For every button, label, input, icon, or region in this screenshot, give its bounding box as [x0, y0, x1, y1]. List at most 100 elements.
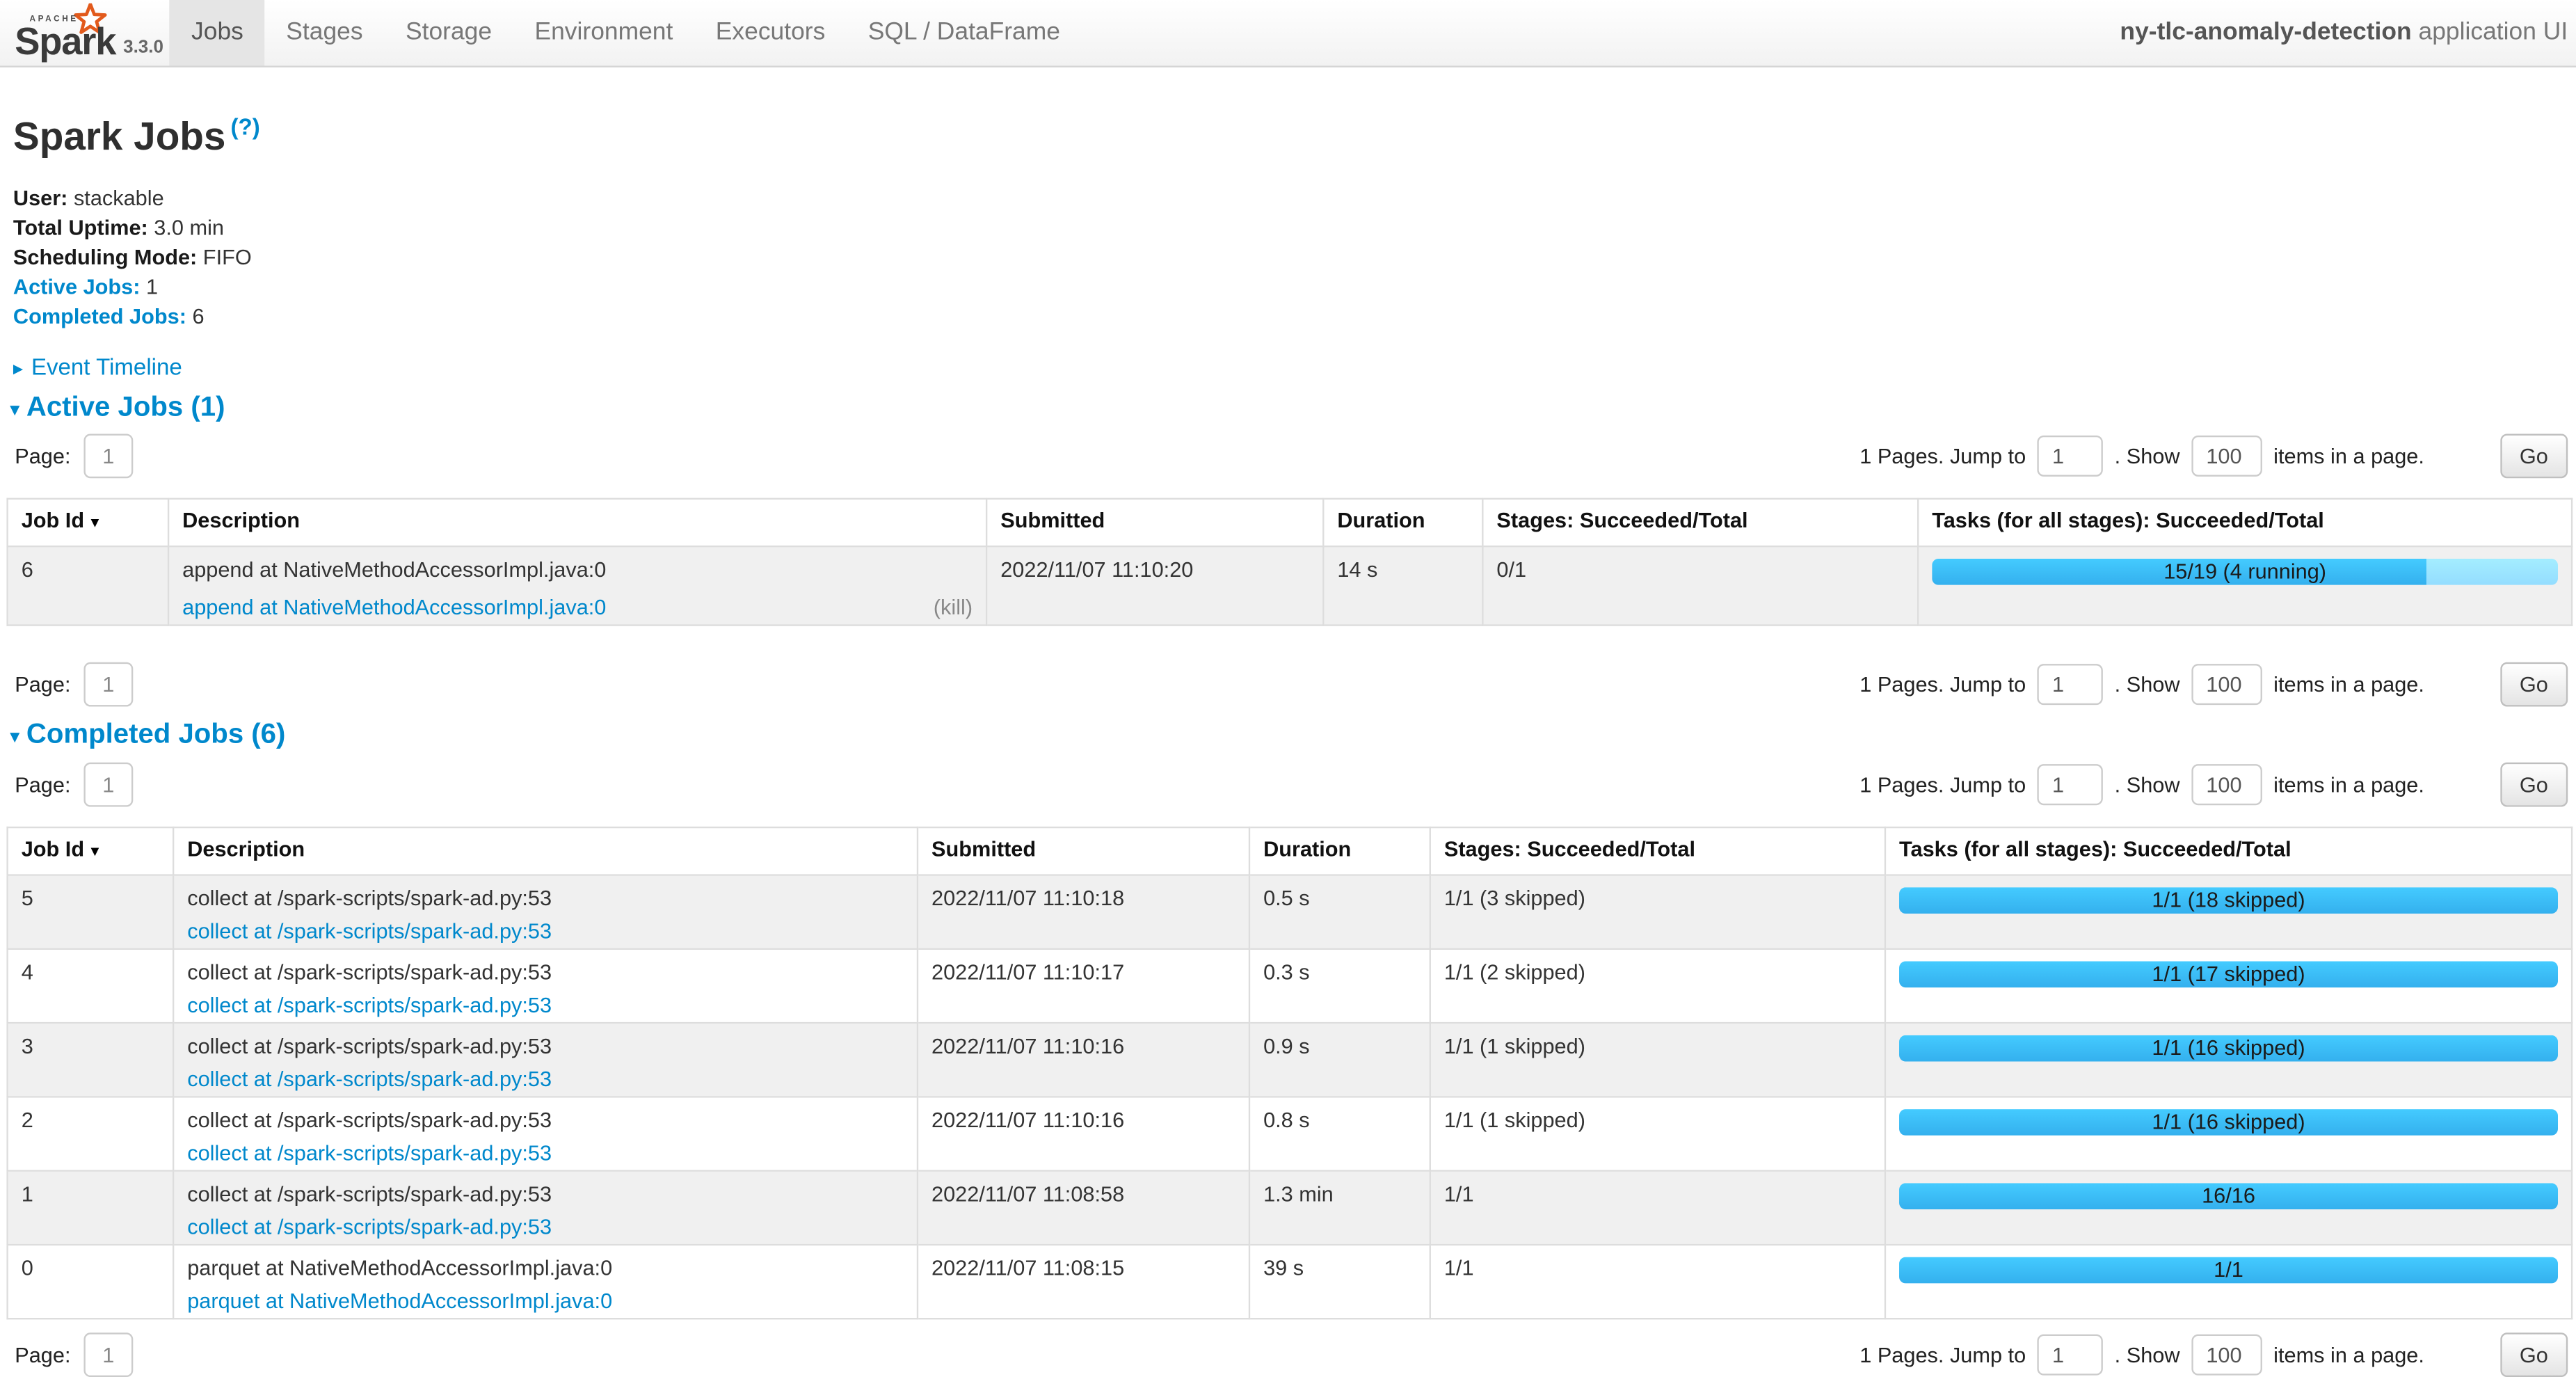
column-header-label: Job Id [22, 836, 84, 861]
kill-link[interactable]: (kill) [934, 595, 973, 621]
active-jobs-title: Active Jobs (1) [26, 391, 225, 422]
summary-label[interactable]: Completed Jobs: [13, 304, 186, 328]
column-header[interactable]: Submitted [986, 499, 1323, 546]
submitted-cell: 2022/11/07 11:08:58 [918, 1171, 1249, 1245]
tab-stages[interactable]: Stages [265, 0, 385, 65]
pagination-row: Page: 1 Pages. Jump to . Show items in a… [6, 761, 2568, 806]
stages-cell: 1/1 (1 skipped) [1430, 1023, 1885, 1097]
column-header[interactable]: Job Id▾ [8, 499, 168, 546]
sort-desc-icon: ▾ [91, 514, 99, 532]
description-text: collect at /spark-scripts/spark-ad.py:53 [187, 960, 904, 986]
description-text: collect at /spark-scripts/spark-ad.py:53 [187, 886, 904, 912]
spark-version: 3.3.0 [123, 38, 163, 57]
column-header[interactable]: Description [168, 499, 986, 546]
items-text: items in a page. [2273, 671, 2424, 696]
go-button[interactable]: Go [2500, 1332, 2568, 1376]
tasks-cell: 1/1 (18 skipped) [1885, 875, 2572, 949]
column-header[interactable]: Job Id▾ [8, 827, 174, 875]
jump-to-input[interactable] [2038, 435, 2103, 476]
job-detail-link[interactable]: collect at /spark-scripts/spark-ad.py:53 [187, 992, 552, 1017]
jump-to-input[interactable] [2038, 763, 2103, 804]
column-header[interactable]: Duration [1249, 827, 1430, 875]
job-id-cell: 1 [8, 1171, 174, 1245]
column-header-label: Duration [1337, 508, 1425, 532]
summary-value: 3.0 min [148, 215, 224, 239]
column-header-label: Tasks (for all stages): Succeeded/Total [1899, 836, 2291, 861]
items-text: items in a page. [2273, 772, 2424, 796]
column-header[interactable]: Stages: Succeeded/Total [1482, 499, 1918, 546]
job-detail-link[interactable]: collect at /spark-scripts/spark-ad.py:53 [187, 1067, 552, 1091]
help-link[interactable]: (?) [231, 113, 260, 140]
column-header[interactable]: Tasks (for all stages): Succeeded/Total [1918, 499, 2572, 546]
job-detail-link[interactable]: append at NativeMethodAccessorImpl.java:… [182, 595, 606, 619]
job-detail-link[interactable]: collect at /spark-scripts/spark-ad.py:53 [187, 918, 552, 943]
pages-text: 1 Pages. Jump to [1859, 671, 2026, 696]
progress-label: 15/19 (4 running) [1932, 559, 2558, 585]
duration-cell: 14 s [1323, 546, 1482, 625]
go-button[interactable]: Go [2500, 762, 2568, 806]
completed-jobs-header[interactable]: ▾Completed Jobs (6) [10, 718, 2568, 753]
tab-jobs[interactable]: Jobs [170, 0, 264, 65]
items-text: items in a page. [2273, 443, 2424, 467]
tab-environment[interactable]: Environment [513, 0, 694, 65]
column-header-label: Tasks (for all stages): Succeeded/Total [1932, 508, 2324, 532]
tab-sql-dataframe[interactable]: SQL / DataFrame [847, 0, 1082, 65]
table-row: 3collect at /spark-scripts/spark-ad.py:5… [8, 1023, 2572, 1097]
duration-cell: 0.8 s [1249, 1097, 1430, 1170]
column-header-label: Duration [1263, 836, 1351, 861]
column-header[interactable]: Submitted [918, 827, 1249, 875]
submitted-cell: 2022/11/07 11:10:18 [918, 875, 1249, 949]
pages-text: 1 Pages. Jump to [1859, 443, 2026, 467]
column-header[interactable]: Tasks (for all stages): Succeeded/Total [1885, 827, 2572, 875]
job-detail-link[interactable]: parquet at NativeMethodAccessorImpl.java… [187, 1289, 612, 1313]
job-detail-link[interactable]: collect at /spark-scripts/spark-ad.py:53 [187, 1214, 552, 1239]
tab-executors[interactable]: Executors [694, 0, 847, 65]
column-header[interactable]: Duration [1323, 499, 1482, 546]
show-count-input[interactable] [2191, 1333, 2262, 1374]
stages-cell: 1/1 [1430, 1171, 1885, 1245]
description-sub-line: parquet at NativeMethodAccessorImpl.java… [187, 1289, 904, 1315]
summary-label[interactable]: Active Jobs: [13, 274, 141, 299]
page-label: Page: [15, 772, 70, 796]
jump-to-input[interactable] [2038, 663, 2103, 704]
show-text: . Show [2115, 772, 2180, 796]
duration-cell: 0.9 s [1249, 1023, 1430, 1097]
stages-cell: 1/1 [1430, 1245, 1885, 1319]
go-button[interactable]: Go [2500, 433, 2568, 477]
page-input[interactable] [83, 1332, 133, 1376]
event-timeline-toggle[interactable]: ▸Event Timeline [13, 353, 2568, 380]
job-detail-link[interactable]: collect at /spark-scripts/spark-ad.py:53 [187, 1140, 552, 1165]
content: Spark Jobs(?) User: stackableTotal Uptim… [0, 104, 2576, 1377]
progress-label: 1/1 (18 skipped) [1899, 887, 2558, 914]
jump-to-input[interactable] [2038, 1333, 2103, 1374]
tab-storage[interactable]: Storage [384, 0, 513, 65]
page-input[interactable] [83, 433, 133, 477]
show-count-input[interactable] [2191, 435, 2262, 476]
pager-controls: 1 Pages. Jump to . Show items in a page.… [1859, 433, 2568, 477]
app-title-suffix: application UI [2412, 18, 2568, 46]
progress-label: 1/1 (16 skipped) [1899, 1109, 2558, 1136]
page-input[interactable] [83, 762, 133, 806]
show-count-input[interactable] [2191, 763, 2262, 804]
column-header[interactable]: Stages: Succeeded/Total [1430, 827, 1885, 875]
column-header-label: Submitted [931, 836, 1036, 861]
description-cell: collect at /spark-scripts/spark-ad.py:53… [173, 949, 918, 1023]
progress-label: 1/1 [1899, 1257, 2558, 1284]
table-header-row: Job Id▾DescriptionSubmitted Duration Stage… [8, 499, 2572, 546]
collapse-arrow-icon: ▾ [10, 724, 19, 747]
stages-cell: 1/1 (1 skipped) [1430, 1097, 1885, 1170]
column-header[interactable]: Description [173, 827, 918, 875]
active-jobs-header[interactable]: ▾Active Jobs (1) [10, 391, 2568, 426]
summary-value: 1 [140, 274, 158, 299]
description-cell: collect at /spark-scripts/spark-ad.py:53… [173, 1023, 918, 1097]
tasks-progress-bar: 16/16 [1899, 1183, 2558, 1209]
go-button[interactable]: Go [2500, 662, 2568, 706]
show-count-input[interactable] [2191, 663, 2262, 704]
pager-controls: 1 Pages. Jump to . Show items in a page.… [1859, 662, 2568, 706]
tasks-progress-bar: 1/1 (17 skipped) [1899, 962, 2558, 988]
summary-item: Completed Jobs: 6 [13, 303, 2568, 333]
tasks-progress-bar: 1/1 (18 skipped) [1899, 887, 2558, 914]
spark-brand[interactable]: APACHE Spark 3.3.0 [0, 0, 170, 65]
page-input[interactable] [83, 662, 133, 706]
active-jobs-table: Job Id▾DescriptionSubmitted Duration Stage… [6, 498, 2573, 626]
